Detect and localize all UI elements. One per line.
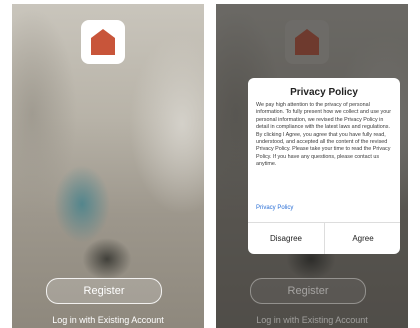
dialog-title: Privacy Policy xyxy=(290,87,358,98)
privacy-policy-link[interactable]: Privacy Policy xyxy=(256,205,293,211)
login-existing-account-link[interactable]: Log in with Existing Account xyxy=(12,315,204,325)
privacy-policy-dialog: Privacy Policy We pay high attention to … xyxy=(248,78,400,254)
welcome-screen: Register Log in with Existing Account xyxy=(12,4,204,328)
agree-button[interactable]: Agree xyxy=(325,223,400,254)
house-icon xyxy=(91,29,115,55)
privacy-dialog-screen: Register Log in with Existing Account Pr… xyxy=(216,4,408,328)
house-icon xyxy=(295,29,319,55)
dialog-body-text: We pay high attention to the privacy of … xyxy=(256,102,392,168)
login-existing-account-link: Log in with Existing Account xyxy=(256,315,368,325)
register-button: Register xyxy=(250,278,366,304)
app-logo xyxy=(285,20,329,64)
register-button[interactable]: Register xyxy=(46,278,162,304)
app-logo xyxy=(81,20,125,64)
disagree-button[interactable]: Disagree xyxy=(248,223,324,254)
